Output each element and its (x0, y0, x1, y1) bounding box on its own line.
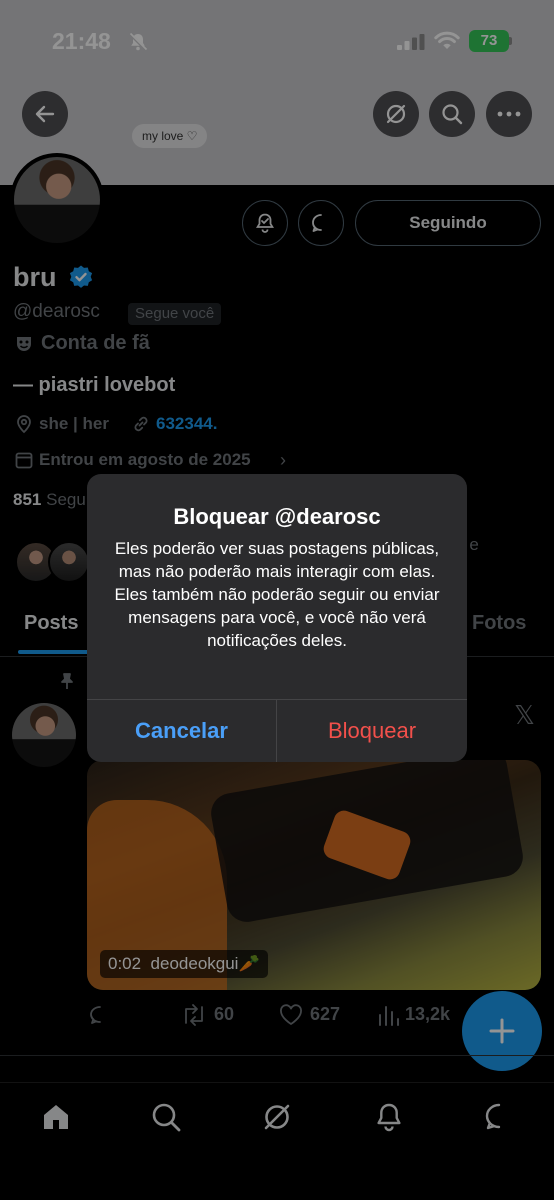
block-confirmation-dialog: Bloquear @dearosc Eles poderão ver suas … (87, 474, 467, 762)
block-button[interactable]: Bloquear (277, 700, 467, 762)
dialog-message: Eles poderão ver suas postagens públicas… (114, 539, 440, 650)
cancel-button[interactable]: Cancelar (87, 700, 276, 762)
dialog-title: Bloquear @dearosc (173, 504, 381, 529)
